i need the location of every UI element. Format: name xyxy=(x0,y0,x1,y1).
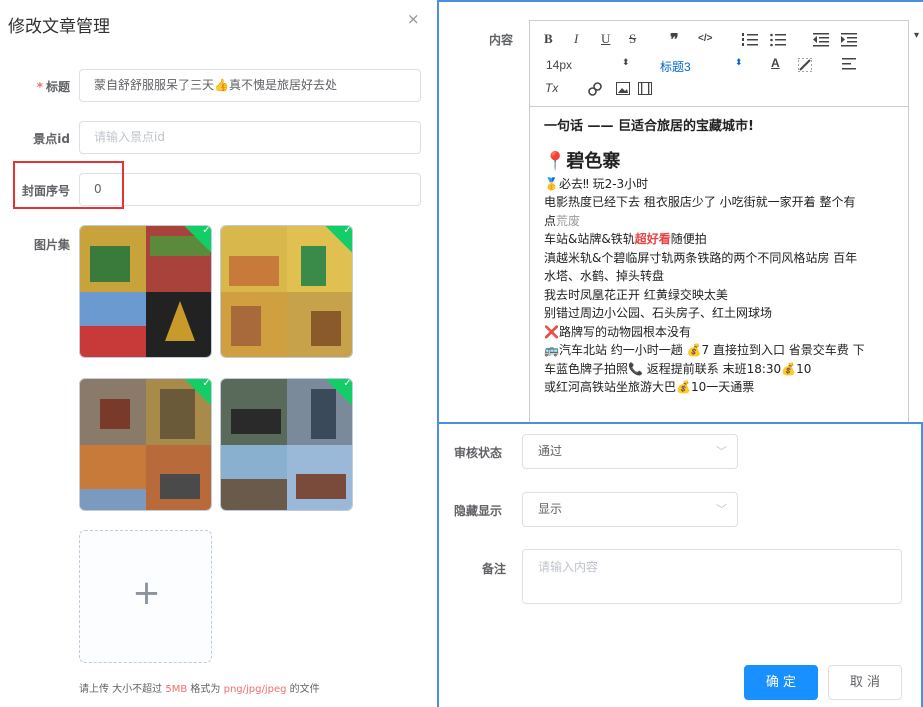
strike-button[interactable]: S xyxy=(629,31,636,47)
highlight-annotation-box xyxy=(13,161,124,209)
title-label: * 标题 xyxy=(36,80,70,94)
gallery-image-1[interactable]: ✓ xyxy=(79,225,212,358)
editor-content[interactable]: 一句话 —— 巨适合旅居的宝藏城市! 📍碧色寨 🥇必去‼ 玩2-3小时 电影热度… xyxy=(530,108,908,438)
gallery-image-2[interactable]: ✓ xyxy=(220,225,353,358)
editor-heading: 📍碧色寨 xyxy=(544,150,621,172)
editor-line: 水塔、水鹤、掉头转盘 xyxy=(544,269,665,283)
check-icon: ✓ xyxy=(343,378,352,389)
gallery-label: 图片集 xyxy=(33,238,70,252)
required-mark: * xyxy=(36,80,43,94)
chevron-down-icon: ﹀ xyxy=(716,445,727,458)
image-icon[interactable] xyxy=(616,82,630,95)
visibility-select[interactable]: 显示 ﹀ xyxy=(522,492,738,527)
remark-textarea[interactable]: 请输入内容 xyxy=(522,549,902,604)
remark-label: 备注 xyxy=(482,562,507,576)
video-icon[interactable] xyxy=(638,82,652,95)
review-status-select[interactable]: 通过 ﹀ xyxy=(522,434,738,469)
size-limit: 5MB xyxy=(165,684,188,695)
upload-tip: 请上传 大小不超过 5MB 格式为 png/jpg/jpeg 的文件 xyxy=(79,684,320,695)
check-icon: ✓ xyxy=(202,225,211,236)
heading-select[interactable]: 标题3 xyxy=(660,58,691,75)
editor-line: ❌路牌写的动物园根本没有 xyxy=(544,324,691,339)
bullet-list-icon[interactable] xyxy=(770,33,786,47)
chevron-updown-icon[interactable]: ⬍ xyxy=(622,57,630,68)
photo-collage-2 xyxy=(221,226,352,357)
review-status-label: 审核状态 xyxy=(454,446,503,460)
gallery-image-4[interactable]: ✓ xyxy=(220,378,353,511)
outdent-icon[interactable] xyxy=(813,33,829,47)
editor-line: 滇越米轨&个碧临屏寸轨两条铁路的两个不同风格站房 百年 xyxy=(544,250,858,265)
underline-button[interactable]: U xyxy=(601,31,610,47)
chevron-updown-icon[interactable]: ⬍ xyxy=(735,57,743,68)
editor-line: 或红河高铁站坐旅游大巴💰10一天通票 xyxy=(544,380,755,394)
cancel-button[interactable]: 取 消 xyxy=(828,665,902,700)
align-icon[interactable] xyxy=(842,58,856,70)
title-input[interactable]: 蒙自舒舒服服呆了三天👍真不愧是旅居好去处 xyxy=(79,69,421,102)
font-size-select[interactable]: 14px xyxy=(546,58,572,72)
italic-button[interactable]: I xyxy=(574,31,578,47)
editor-line: 🚌汽车北站 约一小时一趟 💰7 直接拉到入口 省景交车费 下 xyxy=(544,343,865,357)
dialog-title: 修改文章管理 xyxy=(8,17,110,37)
photo-collage-4 xyxy=(221,379,352,510)
editor-line: 车蓝色牌子拍照📞 返程提前联系 末班18:30💰10 xyxy=(544,361,812,376)
editor-line: 别错过周边小公园、石头房子、红土网球场 xyxy=(544,306,773,320)
quote-icon[interactable]: ❞ xyxy=(670,30,679,50)
editor-line: 我去时凤凰花正开 红黄绿交映太美 xyxy=(544,287,728,302)
content-label: 内容 xyxy=(489,33,514,47)
gallery-image-3[interactable]: ✓ xyxy=(79,378,212,511)
editor-line: 车站&站牌&铁轨超好看随便拍 xyxy=(544,232,707,246)
ordered-list-icon[interactable] xyxy=(742,33,758,47)
editor-toolbar: B I U S ❞ </> 14px ⬍ 标题3 ⬍ A Tx xyxy=(530,21,908,107)
dialog-border xyxy=(437,0,923,2)
photo-collage-3 xyxy=(80,379,211,510)
link-icon[interactable] xyxy=(588,82,602,96)
spot-id-input[interactable]: 请输入景点id xyxy=(79,121,421,154)
editor-line: 一句话 —— 巨适合旅居的宝藏城市! xyxy=(544,119,754,134)
format-list: png/jpg/jpeg xyxy=(223,684,287,695)
editor-line: 点荒废 xyxy=(544,213,581,228)
pin-icon: 📍 xyxy=(544,150,567,172)
upload-button[interactable]: + xyxy=(79,530,212,663)
photo-collage-1 xyxy=(80,226,211,357)
caret-down-icon[interactable]: ▾ xyxy=(914,30,919,41)
indent-icon[interactable] xyxy=(841,33,857,47)
edit-article-dialog: 修改文章管理 × * 标题 蒙自舒舒服服呆了三天👍真不愧是旅居好去处 景点id 请… xyxy=(0,0,437,707)
editor-line: 电影热度已经下去 租衣服店少了 小吃街就一家开着 整个有 xyxy=(544,195,856,209)
bold-button[interactable]: B xyxy=(544,31,553,47)
rich-text-editor[interactable]: B I U S ❞ </> 14px ⬍ 标题3 ⬍ A Tx 一句话 —— 巨… xyxy=(529,20,909,440)
confirm-button[interactable]: 确 定 xyxy=(744,665,818,700)
spot-id-label: 景点id xyxy=(33,132,70,146)
background-color-icon[interactable] xyxy=(798,58,812,72)
chevron-down-icon: ﹀ xyxy=(716,503,727,516)
plus-icon: + xyxy=(132,573,161,613)
check-icon: ✓ xyxy=(202,378,211,389)
close-icon[interactable]: × xyxy=(407,10,420,28)
font-color-icon[interactable]: A xyxy=(771,56,780,70)
review-panel: 审核状态 通过 ﹀ 隐藏显示 显示 ﹀ 备注 请输入内容 确 定 取 消 xyxy=(437,422,923,707)
clear-format-icon[interactable]: Tx xyxy=(545,81,558,95)
code-icon[interactable]: </> xyxy=(698,33,712,44)
editor-line: 🥇必去‼ 玩2-3小时 xyxy=(544,176,649,191)
cover-index-input[interactable]: 0 xyxy=(79,173,421,206)
visibility-label: 隐藏显示 xyxy=(454,504,503,518)
check-icon: ✓ xyxy=(343,225,352,236)
